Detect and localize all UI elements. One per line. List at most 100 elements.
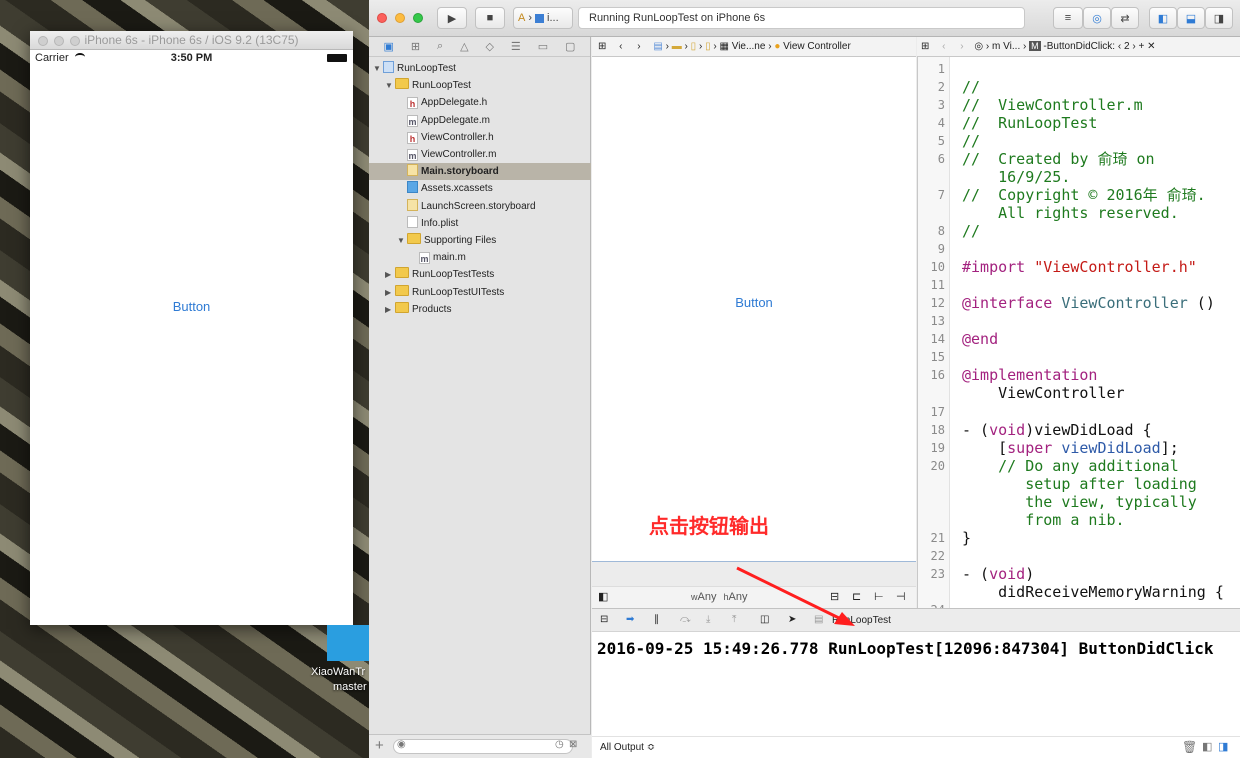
storyboard-icon[interactable]: ▯ bbox=[705, 41, 711, 52]
resolve-icon[interactable]: ⊣ bbox=[896, 590, 906, 603]
file-icon[interactable]: ▯ bbox=[691, 41, 697, 52]
disclosure-triangle-icon[interactable]: ▶ bbox=[385, 266, 395, 283]
nav-item-label: Assets.xcassets bbox=[421, 183, 493, 195]
nav-item[interactable]: LaunchScreen.storyboard bbox=[369, 198, 591, 215]
console-area[interactable]: 2016-09-25 15:49:26.778 RunLoopTest[1209… bbox=[592, 632, 1240, 758]
nav-item[interactable]: Assets.xcassets bbox=[369, 180, 591, 197]
test-icon[interactable]: ◇ bbox=[485, 40, 493, 53]
code-line: the view, typically bbox=[962, 493, 1197, 511]
toggle-debug-button[interactable]: ⬓ bbox=[1177, 7, 1205, 29]
method-icon: M bbox=[1029, 41, 1041, 51]
stop-icon: ■ bbox=[486, 12, 494, 24]
disclosure-triangle-icon[interactable]: ▶ bbox=[385, 284, 395, 301]
assistant-editor-button[interactable]: ◎ bbox=[1083, 7, 1111, 29]
line-number: 4 bbox=[937, 116, 945, 130]
nav-item[interactable]: Main.storyboard bbox=[369, 163, 591, 181]
folder-icon[interactable]: ▬ bbox=[672, 41, 682, 52]
forward-icon[interactable]: › bbox=[960, 41, 963, 52]
jump-method[interactable]: -ButtonDidClick: bbox=[1043, 41, 1115, 52]
jump-scene[interactable]: Vie...ne bbox=[732, 41, 766, 52]
disclosure-triangle-icon[interactable]: ▼ bbox=[373, 60, 383, 77]
minimize-icon[interactable] bbox=[395, 13, 405, 23]
desktop-folder-icon[interactable] bbox=[327, 625, 369, 661]
close-icon[interactable] bbox=[38, 36, 48, 46]
nav-item[interactable]: h ViewController.h bbox=[369, 129, 591, 146]
search-icon[interactable]: ⌕ bbox=[437, 40, 443, 53]
folder-icon[interactable]: ▣ bbox=[383, 40, 393, 53]
warning-icon[interactable]: △ bbox=[460, 40, 468, 53]
add-editor-icon[interactable]: + bbox=[1138, 41, 1144, 52]
nav-item[interactable]: ▼ RunLoopTest bbox=[369, 60, 591, 77]
desktop-folder-label[interactable]: XiaoWanTr bbox=[311, 666, 365, 678]
symbol-icon[interactable]: ⊞ bbox=[411, 40, 420, 53]
jump-view-controller[interactable]: View Controller bbox=[783, 41, 851, 52]
add-icon[interactable]: + bbox=[375, 737, 384, 754]
minimize-icon[interactable] bbox=[54, 36, 64, 46]
close-icon[interactable] bbox=[377, 13, 387, 23]
line-number: 7 bbox=[937, 188, 945, 202]
debug-icon[interactable]: ☰ bbox=[511, 40, 521, 53]
code-editor[interactable]: 123456789101112131415161718192021222324 … bbox=[917, 57, 1240, 608]
back-icon[interactable]: ‹ bbox=[619, 41, 622, 52]
breakpoints-toggle-icon[interactable]: ➡ bbox=[626, 614, 634, 625]
nav-item[interactable]: m AppDelegate.m bbox=[369, 112, 591, 129]
storyboard-button[interactable]: Button bbox=[592, 295, 916, 310]
trash-icon[interactable]: 🗑 bbox=[1182, 740, 1197, 754]
report-icon[interactable]: ▢ bbox=[565, 40, 575, 53]
forward-icon[interactable]: › bbox=[637, 41, 640, 52]
outline-toggle-icon[interactable]: ◧ bbox=[598, 590, 608, 603]
disclosure-triangle-icon[interactable]: ▼ bbox=[397, 232, 407, 249]
nav-item[interactable]: h AppDelegate.h bbox=[369, 94, 591, 111]
disclosure-triangle-icon[interactable]: ▶ bbox=[385, 301, 395, 318]
scm-filter-icon[interactable]: ⊠ bbox=[569, 739, 577, 750]
scheme-selector[interactable]: A › i... bbox=[513, 7, 573, 29]
pin-icon[interactable]: ⊢ bbox=[874, 590, 884, 603]
version-editor-button[interactable]: ⇄ bbox=[1111, 7, 1139, 29]
related-files-icon[interactable]: ◎ bbox=[974, 41, 983, 52]
nav-item[interactable]: ▶ RunLoopTestTests bbox=[369, 266, 591, 283]
line-number: 10 bbox=[930, 260, 945, 274]
storyboard-canvas[interactable]: Button bbox=[592, 57, 916, 562]
nav-item[interactable]: m main.m bbox=[369, 249, 591, 266]
simulator-titlebar[interactable]: iPhone 6s - iPhone 6s / iOS 9.2 (13C75) bbox=[30, 31, 353, 50]
hide-debug-icon[interactable]: ⊟ bbox=[600, 614, 608, 625]
standard-editor-button[interactable]: ≡ bbox=[1053, 7, 1083, 29]
disclosure-triangle-icon[interactable]: ▼ bbox=[385, 77, 395, 94]
nav-item[interactable]: Info.plist bbox=[369, 215, 591, 232]
filter-input[interactable] bbox=[393, 739, 573, 754]
nav-item[interactable]: ▶ RunLoopTestUITests bbox=[369, 284, 591, 301]
grid-icon[interactable]: ⊞ bbox=[598, 41, 606, 52]
file-icon[interactable]: ▤ bbox=[653, 41, 662, 52]
code-token: [ bbox=[962, 439, 1008, 457]
prev-icon[interactable]: ‹ bbox=[1118, 41, 1121, 52]
sim-button[interactable]: Button bbox=[30, 299, 353, 314]
variables-view-icon[interactable]: ◧ bbox=[1202, 740, 1212, 753]
navigator-selector-bar: ▣ ⊞ ⌕ △ ◇ ☰ ▭ ▢ bbox=[369, 37, 590, 57]
nav-item[interactable]: ▶ Products bbox=[369, 301, 591, 318]
debug-bar: ⊟ ➡ ∥ ⤼ ⤓ ⤒ ◫ ➤ ▤ RunLoopTest bbox=[592, 608, 1240, 632]
toggle-navigator-button[interactable]: ◧ bbox=[1149, 7, 1177, 29]
nav-item[interactable]: m ViewController.m bbox=[369, 146, 591, 163]
step-over-icon[interactable]: ⤼ bbox=[680, 614, 691, 625]
nav-item-label: main.m bbox=[433, 252, 466, 264]
back-icon[interactable]: ‹ bbox=[942, 41, 945, 52]
nav-item[interactable]: ▼ RunLoopTest bbox=[369, 77, 591, 94]
nav-item[interactable]: ▼ Supporting Files bbox=[369, 232, 591, 249]
zoom-icon[interactable] bbox=[413, 13, 423, 23]
output-filter-select[interactable]: All Output ≎ bbox=[600, 742, 655, 753]
objc-file-icon: m bbox=[992, 41, 1001, 52]
toggle-utilities-button[interactable]: ◨ bbox=[1205, 7, 1233, 29]
recent-icon[interactable]: ◷ bbox=[555, 739, 564, 750]
pause-icon[interactable]: ∥ bbox=[654, 614, 659, 625]
scene-icon[interactable]: ▦ bbox=[719, 41, 728, 52]
step-into-icon[interactable]: ⤓ bbox=[706, 614, 710, 625]
run-button[interactable]: ▶ bbox=[437, 7, 467, 29]
grid-icon[interactable]: ⊞ bbox=[921, 41, 929, 52]
console-view-icon[interactable]: ◨ bbox=[1218, 740, 1228, 753]
next-icon[interactable]: › bbox=[1132, 41, 1135, 52]
breakpoint-icon[interactable]: ▭ bbox=[538, 40, 548, 53]
close-editor-icon[interactable]: ✕ bbox=[1147, 41, 1155, 52]
stop-button[interactable]: ■ bbox=[475, 7, 505, 29]
jump-file[interactable]: Vi... bbox=[1003, 41, 1020, 52]
zoom-icon[interactable] bbox=[70, 36, 80, 46]
